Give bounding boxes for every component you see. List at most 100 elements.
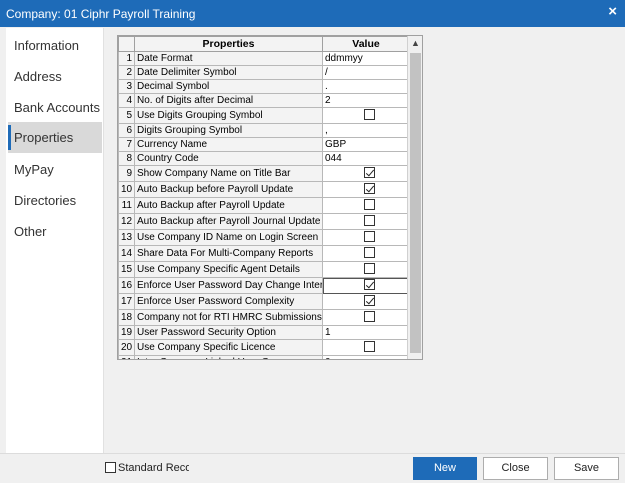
property-value-checkbox-cell[interactable] xyxy=(322,181,410,198)
grid-header-properties[interactable]: Properties xyxy=(134,36,323,52)
property-value[interactable]: . xyxy=(322,79,410,94)
row-number: 11 xyxy=(118,197,135,214)
table-row[interactable]: 19 User Password Security Option 1 xyxy=(118,325,410,340)
grid-header-value[interactable]: Value xyxy=(322,36,410,52)
property-name: Auto Backup after Payroll Journal Update xyxy=(134,213,323,230)
table-row[interactable]: 12 Auto Backup after Payroll Journal Upda… xyxy=(118,213,410,230)
property-name: Digits Grouping Symbol xyxy=(134,123,323,138)
table-row[interactable]: 21Inter Company Linked User Group0 xyxy=(118,355,410,359)
table-row[interactable]: 11 Auto Backup after Payroll Update xyxy=(118,197,410,214)
checkbox-checked-icon[interactable] xyxy=(364,279,375,290)
property-value[interactable]: 1 xyxy=(322,325,410,340)
property-value-checkbox-cell[interactable] xyxy=(322,107,410,124)
row-number: 18 xyxy=(118,309,135,326)
table-row[interactable]: 2 Date Delimiter Symbol / xyxy=(118,65,410,80)
checkbox-unchecked-icon[interactable] xyxy=(364,247,375,258)
table-row[interactable]: 5 Use Digits Grouping Symbol xyxy=(118,107,410,124)
sidebar-item-bank-accounts[interactable]: Bank Accounts xyxy=(8,92,102,123)
property-value-checkbox-cell[interactable] xyxy=(322,245,410,262)
scroll-up-icon[interactable]: ▲ xyxy=(408,36,423,51)
new-button[interactable]: New xyxy=(413,457,477,480)
row-number: 6 xyxy=(118,123,135,138)
checkbox-checked-icon[interactable] xyxy=(364,167,375,178)
sidebar-item-directories[interactable]: Directories xyxy=(8,185,102,216)
property-value[interactable]: 044 xyxy=(322,151,410,166)
table-row[interactable]: 14 Share Data For Multi-Company Reports xyxy=(118,245,410,262)
standard-record-label: Standard Record xyxy=(118,462,189,474)
checkbox-checked-icon[interactable] xyxy=(364,295,375,306)
property-value-checkbox-cell[interactable] xyxy=(322,339,410,356)
property-name: Enforce User Password Complexity xyxy=(134,293,323,310)
property-value[interactable]: 2 xyxy=(322,93,410,108)
sidebar-item-properties[interactable]: Properties xyxy=(8,122,102,153)
row-number: 12 xyxy=(118,213,135,230)
checkbox-unchecked-icon[interactable] xyxy=(364,341,375,352)
checkbox-unchecked-icon[interactable] xyxy=(364,109,375,120)
table-row[interactable]: 16 Enforce User Password Day Change Inter… xyxy=(118,277,410,294)
property-name: Auto Backup before Payroll Update xyxy=(134,181,323,198)
scroll-thumb[interactable] xyxy=(410,53,421,353)
sidebar-item-other[interactable]: Other xyxy=(8,216,102,247)
table-row[interactable]: 1 Date Format ddmmyy xyxy=(118,51,410,66)
property-value-checkbox-cell[interactable] xyxy=(322,261,410,278)
table-row[interactable]: 10 Auto Backup before Payroll Update xyxy=(118,181,410,198)
property-value-checkbox-cell[interactable] xyxy=(322,277,410,294)
row-number: 2 xyxy=(118,65,135,80)
table-row[interactable]: 17 Enforce User Password Complexity xyxy=(118,293,410,310)
property-name: Use Company Specific Licence xyxy=(134,339,323,356)
row-number: 14 xyxy=(118,245,135,262)
property-name: Currency Name xyxy=(134,137,323,152)
window-title: Company: 01 Ciphr Payroll Training xyxy=(6,7,196,21)
property-name: Use Company Specific Agent Details xyxy=(134,261,323,278)
sidebar: Information Address Bank Accounts Proper… xyxy=(6,28,104,453)
property-value[interactable]: GBP xyxy=(322,137,410,152)
property-name: Enforce User Password Day Change Interva… xyxy=(134,277,323,294)
table-row[interactable]: 7 Currency Name GBP xyxy=(118,137,410,152)
table-row[interactable]: 20 Use Company Specific Licence xyxy=(118,339,410,356)
sidebar-item-address[interactable]: Address xyxy=(8,61,102,92)
property-name: User Password Security Option xyxy=(134,325,323,340)
table-row[interactable]: 6 Digits Grouping Symbol, xyxy=(118,123,410,138)
table-row[interactable]: 4 No. of Digits after Decimal 2 xyxy=(118,93,410,108)
checkbox-checked-icon[interactable] xyxy=(364,183,375,194)
grid-header-corner xyxy=(118,36,135,52)
checkbox-unchecked-icon[interactable] xyxy=(364,215,375,226)
property-name: Use Digits Grouping Symbol xyxy=(134,107,323,124)
row-number: 5 xyxy=(118,107,135,124)
property-value-checkbox-cell[interactable] xyxy=(322,293,410,310)
sidebar-item-information[interactable]: Information xyxy=(8,30,102,61)
checkbox-unchecked-icon[interactable] xyxy=(364,199,375,210)
property-value-checkbox-cell[interactable] xyxy=(322,213,410,230)
table-row[interactable]: 9 Show Company Name on Title Bar xyxy=(118,165,410,182)
property-value[interactable]: ddmmyy xyxy=(322,51,410,66)
checkbox-unchecked-icon[interactable] xyxy=(364,311,375,322)
property-value-checkbox-cell[interactable] xyxy=(322,165,410,182)
close-button[interactable]: Close xyxy=(483,457,548,480)
property-value[interactable]: , xyxy=(322,123,410,138)
property-value-checkbox-cell[interactable] xyxy=(322,229,410,246)
property-value-checkbox-cell[interactable] xyxy=(322,309,410,326)
standard-record-checkbox[interactable]: Standard Record xyxy=(105,462,189,474)
properties-grid: Properties Value 1 Date Format ddmmyy 2 Date… xyxy=(117,35,423,360)
checkbox-icon[interactable] xyxy=(105,462,116,473)
property-value[interactable]: / xyxy=(322,65,410,80)
table-row[interactable]: 8 Country Code 044 xyxy=(118,151,410,166)
property-value[interactable]: 0 xyxy=(322,355,410,359)
table-row[interactable]: 15 Use Company Specific Agent Details xyxy=(118,261,410,278)
table-row[interactable]: 3 Decimal Symbol. xyxy=(118,79,410,94)
save-button[interactable]: Save xyxy=(554,457,619,480)
checkbox-unchecked-icon[interactable] xyxy=(364,231,375,242)
property-name: Company not for RTI HMRC Submissions xyxy=(134,309,323,326)
property-name: Use Company ID Name on Login Screen xyxy=(134,229,323,246)
sidebar-item-mypay[interactable]: MyPay xyxy=(8,154,102,185)
row-number: 13 xyxy=(118,229,135,246)
row-number: 19 xyxy=(118,325,135,340)
footer: Standard Record New Close Save xyxy=(0,453,625,483)
close-icon[interactable]: × xyxy=(608,3,617,20)
table-row[interactable]: 13 Use Company ID Name on Login Screen xyxy=(118,229,410,246)
property-value-checkbox-cell[interactable] xyxy=(322,197,410,214)
grid-scrollbar[interactable]: ▲ xyxy=(407,36,422,359)
table-row[interactable]: 18 Company not for RTI HMRC Submissions xyxy=(118,309,410,326)
checkbox-unchecked-icon[interactable] xyxy=(364,263,375,274)
property-name: Share Data For Multi-Company Reports xyxy=(134,245,323,262)
